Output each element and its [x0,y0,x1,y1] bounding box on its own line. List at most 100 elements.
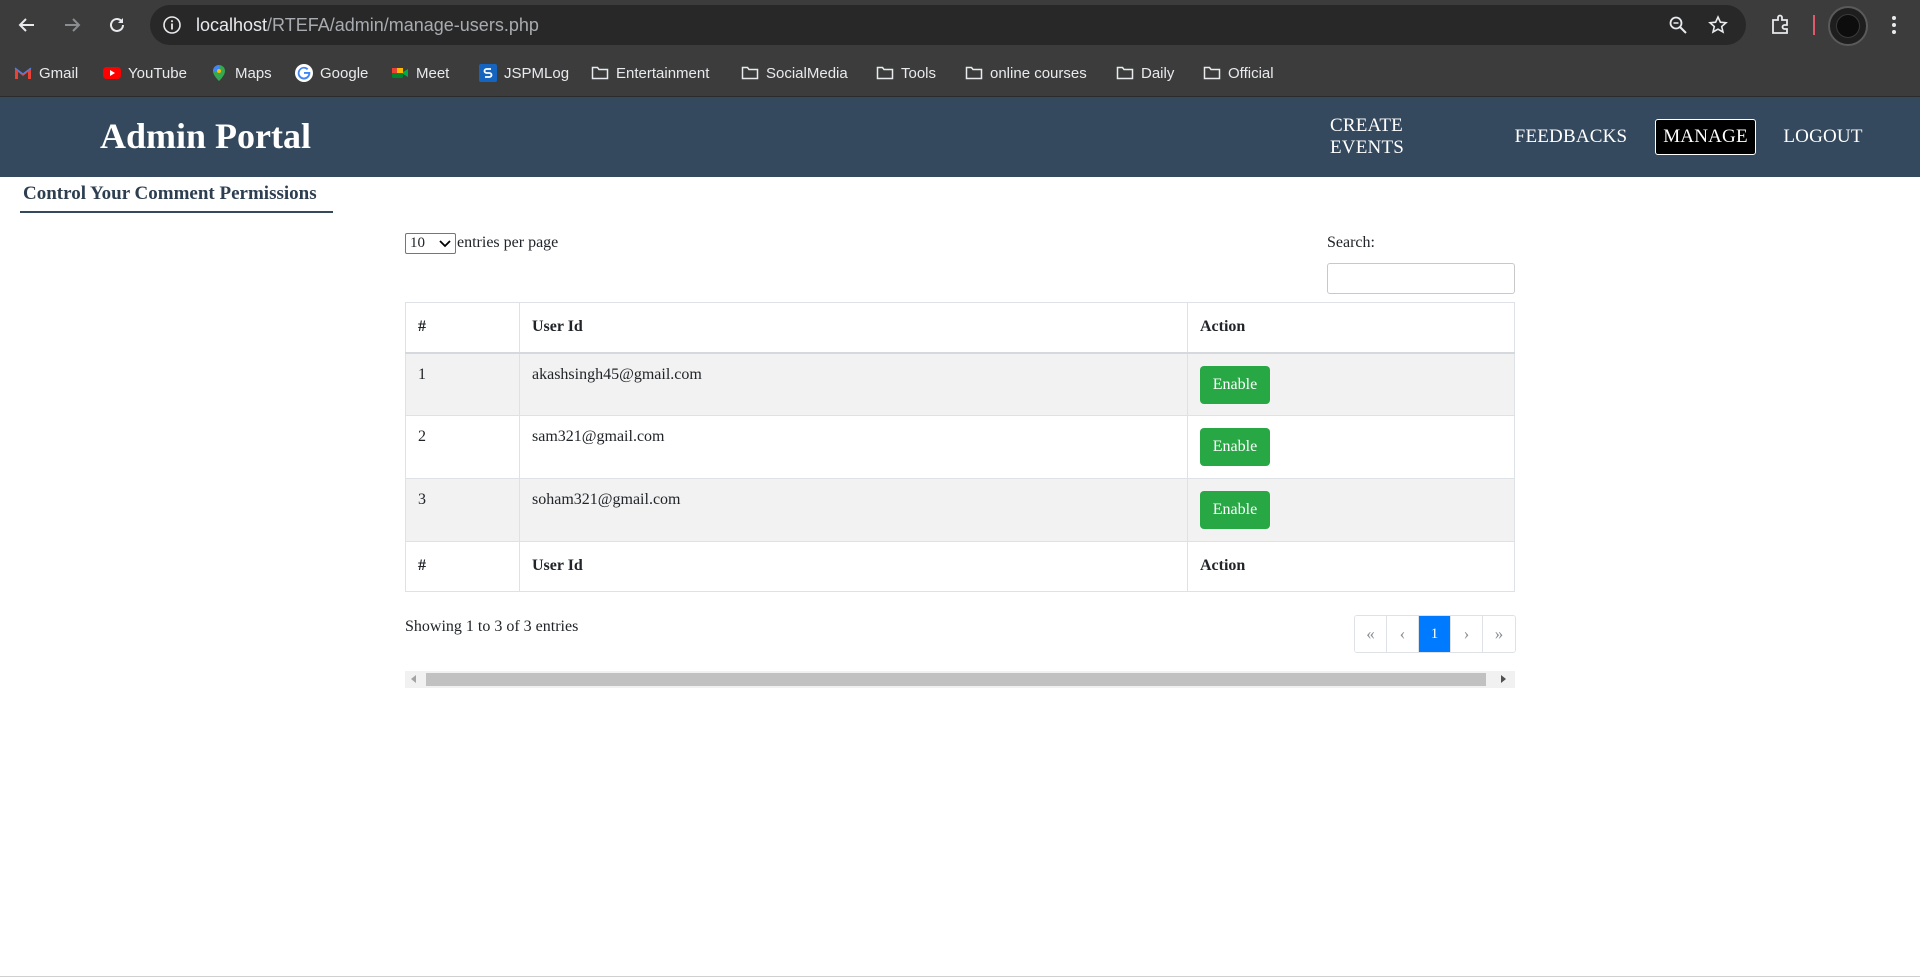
extensions-icon[interactable] [1769,13,1793,37]
table-footer-row: # User Id Action [405,541,1515,592]
site-info-icon[interactable] [162,15,182,35]
footer-header-action: Action [1187,541,1515,592]
pagination: « ‹ 1 › » [1354,615,1516,653]
url-text: localhost/RTEFA/admin/manage-users.php [196,15,539,36]
bookmark-label: SocialMedia [766,64,848,82]
back-button[interactable] [13,11,41,39]
scroll-left-arrow[interactable] [411,675,416,683]
arrow-right-icon [65,18,81,32]
brand-title: Admin Portal [100,116,311,156]
folder-icon [741,64,759,82]
chevron-down-icon [439,240,451,248]
toolbar-separator [1813,15,1815,35]
profile-avatar[interactable] [1828,6,1868,46]
users-table: # User Id Action 1 akashsingh45@gmail.co… [405,302,1515,592]
bookmark-label: Meet [416,64,450,82]
youtube-icon [103,64,121,82]
bookmark-folder-entertainment[interactable]: Entertainment [591,62,709,84]
row-user-id: akashsingh45@gmail.com [519,352,1188,416]
zoom-icon[interactable] [1668,15,1688,35]
column-header-user-id[interactable]: User Id [519,302,1188,354]
bookmark-star-icon[interactable] [1708,15,1728,35]
reload-icon [110,17,124,32]
meet-icon [391,64,409,82]
nav-feedbacks[interactable]: FEEDBACKS [1512,119,1630,155]
row-user-id: sam321@gmail.com [519,415,1188,479]
folder-icon [1203,64,1221,82]
jspm-icon [479,64,497,82]
enable-button[interactable]: Enable [1200,365,1270,404]
row-number: 3 [405,478,520,542]
search-input[interactable] [1327,263,1515,294]
bookmarks-bar: Gmail YouTube Maps Google Meet JSPMLog E… [0,50,1920,97]
avatar-image [1836,14,1860,38]
scroll-right-arrow[interactable] [1501,675,1506,683]
more-menu-icon[interactable] [1884,13,1904,37]
row-action-cell: Enable [1187,478,1515,542]
reload-button[interactable] [103,11,131,39]
column-header-action[interactable]: Action [1187,302,1515,354]
row-action-cell: Enable [1187,352,1515,416]
page-title: Control Your Comment Permissions [20,183,333,213]
previous-page-button[interactable]: ‹ [1387,616,1419,652]
bookmark-folder-socialmedia[interactable]: SocialMedia [741,62,848,84]
folder-icon [965,64,983,82]
folder-icon [1116,64,1134,82]
bookmark-folder-online-courses[interactable]: online courses [965,62,1087,84]
bookmark-folder-tools[interactable]: Tools [876,62,936,84]
maps-icon [210,64,228,82]
bookmark-label: Entertainment [616,64,710,82]
table-row: 1 akashsingh45@gmail.com Enable [405,352,1515,416]
nav-logout[interactable]: LOGOUT [1780,119,1866,155]
google-icon [295,64,313,82]
nav-manage[interactable]: MANAGE [1655,119,1756,155]
search-label: Search: [1327,234,1375,251]
bookmark-jspmlog[interactable]: JSPMLog [479,62,569,84]
first-page-button[interactable]: « [1355,616,1387,652]
bookmark-label: Google [320,64,369,82]
column-header-number[interactable]: # [405,302,520,354]
enable-button[interactable]: Enable [1200,491,1270,529]
bookmark-label: Gmail [39,64,79,82]
scrollbar-thumb[interactable] [426,673,1486,686]
folder-icon [876,64,894,82]
url-path: /RTEFA/admin/manage-users.php [267,15,539,35]
footer-header-number: # [405,541,520,592]
bookmark-label: JSPMLog [504,64,570,82]
bookmark-meet[interactable]: Meet [391,62,449,84]
bookmark-label: Official [1228,64,1274,82]
bookmark-youtube[interactable]: YouTube [103,62,187,84]
bookmark-folder-official[interactable]: Official [1203,62,1274,84]
bookmark-maps[interactable]: Maps [210,62,272,84]
bookmark-label: Tools [901,64,937,82]
browser-toolbar: localhost/RTEFA/admin/manage-users.php [0,0,1920,50]
footer-header-user-id: User Id [519,541,1188,592]
table-header-row: # User Id Action [405,302,1515,354]
bookmark-label: YouTube [128,64,187,82]
bookmark-gmail[interactable]: Gmail [14,62,78,84]
nav-create-events[interactable]: CREATE EVENTS [1330,115,1480,158]
folder-icon [591,64,609,82]
entries-per-page-label: entries per page [457,234,559,251]
bookmark-folder-daily[interactable]: Daily [1116,62,1174,84]
address-bar[interactable]: localhost/RTEFA/admin/manage-users.php [150,5,1746,45]
row-action-cell: Enable [1187,415,1515,479]
row-number: 2 [405,415,520,479]
url-host: localhost [196,15,268,35]
last-page-button[interactable]: » [1483,616,1515,652]
bookmark-label: online courses [990,64,1087,82]
page-1-button[interactable]: 1 [1419,616,1451,652]
arrow-left-icon [18,18,34,32]
horizontal-scrollbar[interactable] [405,671,1515,688]
table-row: 2 sam321@gmail.com Enable [405,415,1515,479]
entries-per-page-select[interactable]: 10 [405,233,456,254]
table-row: 3 soham321@gmail.com Enable [405,478,1515,542]
next-page-button[interactable]: › [1451,616,1483,652]
bookmark-google[interactable]: Google [295,62,368,84]
site-header: Admin Portal CREATE EVENTS FEEDBACKS MAN… [0,97,1920,177]
enable-button[interactable]: Enable [1200,428,1270,466]
forward-button[interactable] [58,11,86,39]
row-number: 1 [405,352,520,416]
bookmark-label: Daily [1141,64,1175,82]
table-info: Showing 1 to 3 of 3 entries [405,618,579,635]
